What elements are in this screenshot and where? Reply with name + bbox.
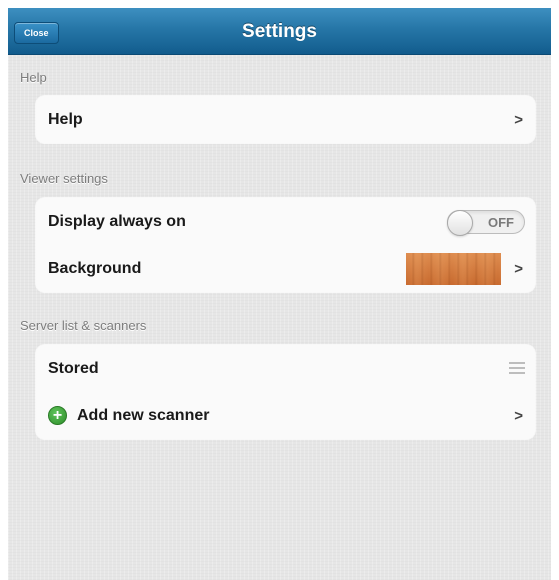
- stored-label: Stored: [48, 359, 99, 377]
- drag-handle-icon[interactable]: [509, 362, 525, 374]
- add-icon: +: [48, 406, 67, 425]
- display-always-on-toggle[interactable]: OFF: [447, 210, 525, 236]
- background-label: Background: [48, 259, 142, 277]
- section-header-help: Help: [20, 70, 47, 85]
- add-new-scanner-label: Add new scanner: [77, 406, 210, 424]
- navigation-bar: Settings Close: [8, 8, 551, 55]
- background-row[interactable]: Background >: [36, 245, 535, 292]
- server-list-group: Stored + Add new scanner >: [36, 345, 535, 439]
- display-always-on-row: Display always on OFF: [36, 198, 535, 245]
- help-label: Help: [48, 110, 83, 128]
- close-button[interactable]: Close: [14, 22, 59, 44]
- toggle-state-text: OFF: [488, 215, 514, 230]
- help-row[interactable]: Help >: [36, 96, 535, 143]
- stored-row[interactable]: Stored: [36, 345, 535, 392]
- toggle-knob: [447, 210, 473, 236]
- chevron-right-icon: >: [514, 407, 523, 424]
- viewer-settings-group: Display always on OFF Background >: [36, 198, 535, 292]
- settings-screen: Settings Close Help Help > Viewer settin…: [8, 8, 551, 580]
- add-new-scanner-row[interactable]: + Add new scanner >: [36, 392, 535, 439]
- background-swatch: [406, 253, 501, 285]
- help-group: Help >: [36, 96, 535, 143]
- page-title: Settings: [242, 21, 317, 42]
- section-header-servers: Server list & scanners: [20, 318, 147, 333]
- section-header-viewer: Viewer settings: [20, 171, 108, 186]
- chevron-right-icon: >: [514, 260, 523, 277]
- chevron-right-icon: >: [514, 111, 523, 128]
- display-always-on-label: Display always on: [48, 212, 186, 230]
